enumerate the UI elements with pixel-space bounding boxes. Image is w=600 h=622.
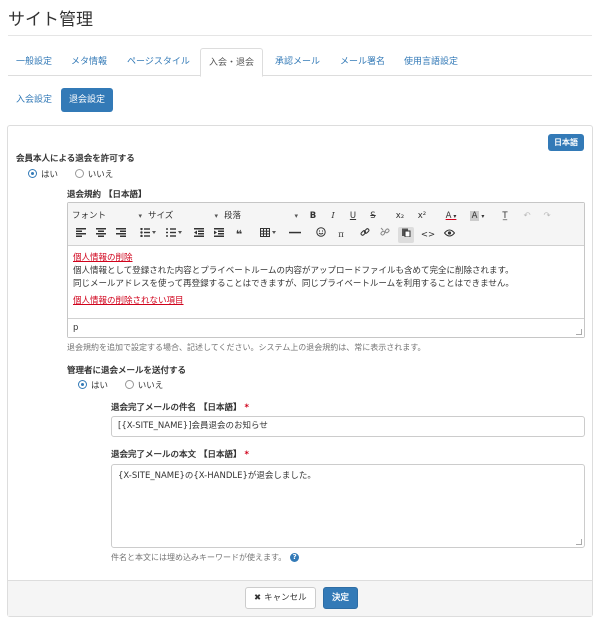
- blockquote-button[interactable]: ❝: [232, 227, 246, 243]
- tab-meta[interactable]: メタ情報: [63, 48, 115, 76]
- tab-general[interactable]: 一般設定: [8, 48, 60, 76]
- size-dropdown-label: サイズ: [148, 211, 174, 221]
- allow-withdraw-yes-label: はい: [41, 170, 59, 180]
- horizontal-rule-icon[interactable]: [288, 227, 302, 243]
- bold-button[interactable]: B: [306, 208, 320, 224]
- special-char-button[interactable]: π: [334, 227, 348, 243]
- policy-rich-text-editor[interactable]: フォント サイズ 段落 B I U S x₂ x² A ▾ A ▾ T̲ ↶ ↷: [67, 202, 585, 338]
- mail-subject-label-text: 退会完了メールの件名 【日本語】: [111, 403, 242, 413]
- underline-button[interactable]: U: [346, 208, 360, 224]
- superscript-button[interactable]: x²: [414, 208, 430, 224]
- allow-withdraw-no-label: いいえ: [87, 170, 114, 180]
- send-mail-yes-label: はい: [91, 381, 109, 391]
- align-right-icon[interactable]: [114, 227, 128, 243]
- redo-button[interactable]: ↷: [540, 208, 554, 224]
- unlink-icon[interactable]: [378, 227, 392, 243]
- strike-button[interactable]: S: [366, 208, 380, 224]
- help-question-icon[interactable]: ?: [290, 553, 300, 562]
- align-left-icon[interactable]: [74, 227, 88, 243]
- allow-withdraw-yes-radio[interactable]: [28, 168, 37, 178]
- bg-color-button[interactable]: A ▾: [466, 208, 488, 224]
- size-dropdown[interactable]: サイズ: [148, 208, 220, 224]
- cancel-button-label: キャンセル: [264, 593, 307, 603]
- undo-button[interactable]: ↶: [520, 208, 534, 224]
- mail-subject-label: 退会完了メールの件名 【日本語】 *: [111, 401, 249, 413]
- send-mail-no-radio[interactable]: [124, 379, 134, 389]
- subtab-withdraw-settings[interactable]: 退会設定: [61, 88, 114, 112]
- policy-heading-not-deleted: 個人情報の削除されない項目: [73, 296, 184, 306]
- mail-body-textarea[interactable]: {X-SITE_NAME}の{X-HANDLE}が退会しました。: [111, 464, 585, 548]
- bullet-list-icon[interactable]: [138, 227, 158, 243]
- editor-toolbar: フォント サイズ 段落 B I U S x₂ x² A ▾ A ▾ T̲ ↶ ↷: [68, 203, 584, 246]
- allow-withdraw-no-radio[interactable]: [74, 168, 84, 178]
- tab-approval-mail[interactable]: 承認メール: [267, 48, 328, 76]
- keyword-help: 件名と本文には埋め込みキーワードが使えます。?: [111, 552, 300, 563]
- indent-icon[interactable]: [212, 227, 226, 243]
- send-mail-radio-group: はい いいえ: [78, 379, 177, 391]
- font-dropdown-label: フォント: [72, 211, 107, 221]
- required-marker: *: [244, 403, 249, 413]
- mail-body-value: {X-SITE_NAME}の{X-HANDLE}が退会しました。: [118, 471, 316, 481]
- allow-withdraw-label: 会員本人による退会を許可する: [16, 154, 135, 164]
- clear-format-button[interactable]: T̲: [498, 208, 512, 224]
- mail-subject-input[interactable]: [{X-SITE_NAME}]会員退会のお知らせ: [111, 416, 585, 437]
- font-dropdown[interactable]: フォント: [72, 208, 144, 224]
- tab-bar: 一般設定 メタ情報 ページスタイル 入会・退会 承認メール メール署名 使用言語…: [8, 48, 592, 77]
- send-mail-label: 管理者に退会メールを送付する: [67, 366, 187, 376]
- page-title: サイト管理: [8, 10, 93, 30]
- send-mail-yes-radio[interactable]: [78, 379, 87, 389]
- required-marker: *: [244, 450, 249, 460]
- editor-content[interactable]: 個人情報の削除 個人情報として登録された内容とプライベートルームの内容がアップロ…: [73, 252, 579, 308]
- send-mail-no-label: いいえ: [137, 381, 164, 391]
- table-icon[interactable]: [258, 227, 278, 243]
- element-path[interactable]: p: [73, 323, 78, 333]
- submit-button[interactable]: 決定: [323, 587, 359, 609]
- close-icon: ✖: [254, 593, 262, 603]
- language-badge[interactable]: 日本語: [548, 134, 584, 151]
- keyword-help-text: 件名と本文には埋め込みキーワードが使えます。: [111, 553, 287, 562]
- settings-panel: 日本語 会員本人による退会を許可する はい いいえ 退会規約 【日本語】 フォン…: [7, 125, 593, 617]
- mail-body-label-text: 退会完了メールの本文 【日本語】: [111, 450, 242, 460]
- emoji-icon[interactable]: [314, 227, 328, 243]
- outdent-icon[interactable]: [192, 227, 206, 243]
- cancel-button[interactable]: ✖ キャンセル: [245, 587, 316, 609]
- form-footer: ✖ キャンセル 決定: [8, 580, 592, 616]
- paste-icon[interactable]: [398, 227, 414, 243]
- bg-color-icon: A: [469, 211, 480, 221]
- subscript-button[interactable]: x₂: [392, 208, 408, 224]
- policy-line-2: 同じメールアドレスを使って再登録することはできますが、同じプライベートルームを利…: [73, 279, 514, 289]
- format-dropdown[interactable]: 段落: [224, 208, 300, 224]
- allow-withdraw-radio-group: はい いいえ: [28, 168, 127, 180]
- tab-language[interactable]: 使用言語設定: [396, 48, 466, 76]
- link-icon[interactable]: [358, 227, 372, 243]
- text-color-button[interactable]: A ▾: [440, 208, 462, 224]
- align-center-icon[interactable]: [94, 227, 108, 243]
- mail-body-label: 退会完了メールの本文 【日本語】 *: [111, 448, 249, 460]
- tab-page-style[interactable]: ページスタイル: [119, 48, 198, 76]
- preview-eye-icon[interactable]: [442, 227, 456, 243]
- numbered-list-icon[interactable]: [164, 227, 184, 243]
- subtab-join-settings[interactable]: 入会設定: [8, 88, 60, 112]
- tab-mail-signature[interactable]: メール署名: [332, 48, 393, 76]
- source-code-button[interactable]: <>: [420, 227, 436, 243]
- tab-join-withdraw[interactable]: 入会・退会: [200, 48, 264, 77]
- policy-label: 退会規約 【日本語】: [67, 190, 147, 200]
- italic-button[interactable]: I: [326, 208, 340, 224]
- policy-heading-delete: 個人情報の削除: [73, 253, 133, 263]
- editor-status-bar: p: [68, 318, 584, 337]
- resize-handle-icon[interactable]: [576, 329, 582, 335]
- title-divider: [8, 35, 592, 36]
- policy-help-text: 退会規約を追加で設定する場合、記述してください。システム上の退会規約は、常に表示…: [67, 343, 426, 352]
- policy-line-1: 個人情報として登録された内容とプライベートルームの内容がアップロードファイルも含…: [73, 266, 514, 276]
- resize-handle-icon[interactable]: [576, 539, 582, 545]
- format-dropdown-label: 段落: [224, 211, 242, 221]
